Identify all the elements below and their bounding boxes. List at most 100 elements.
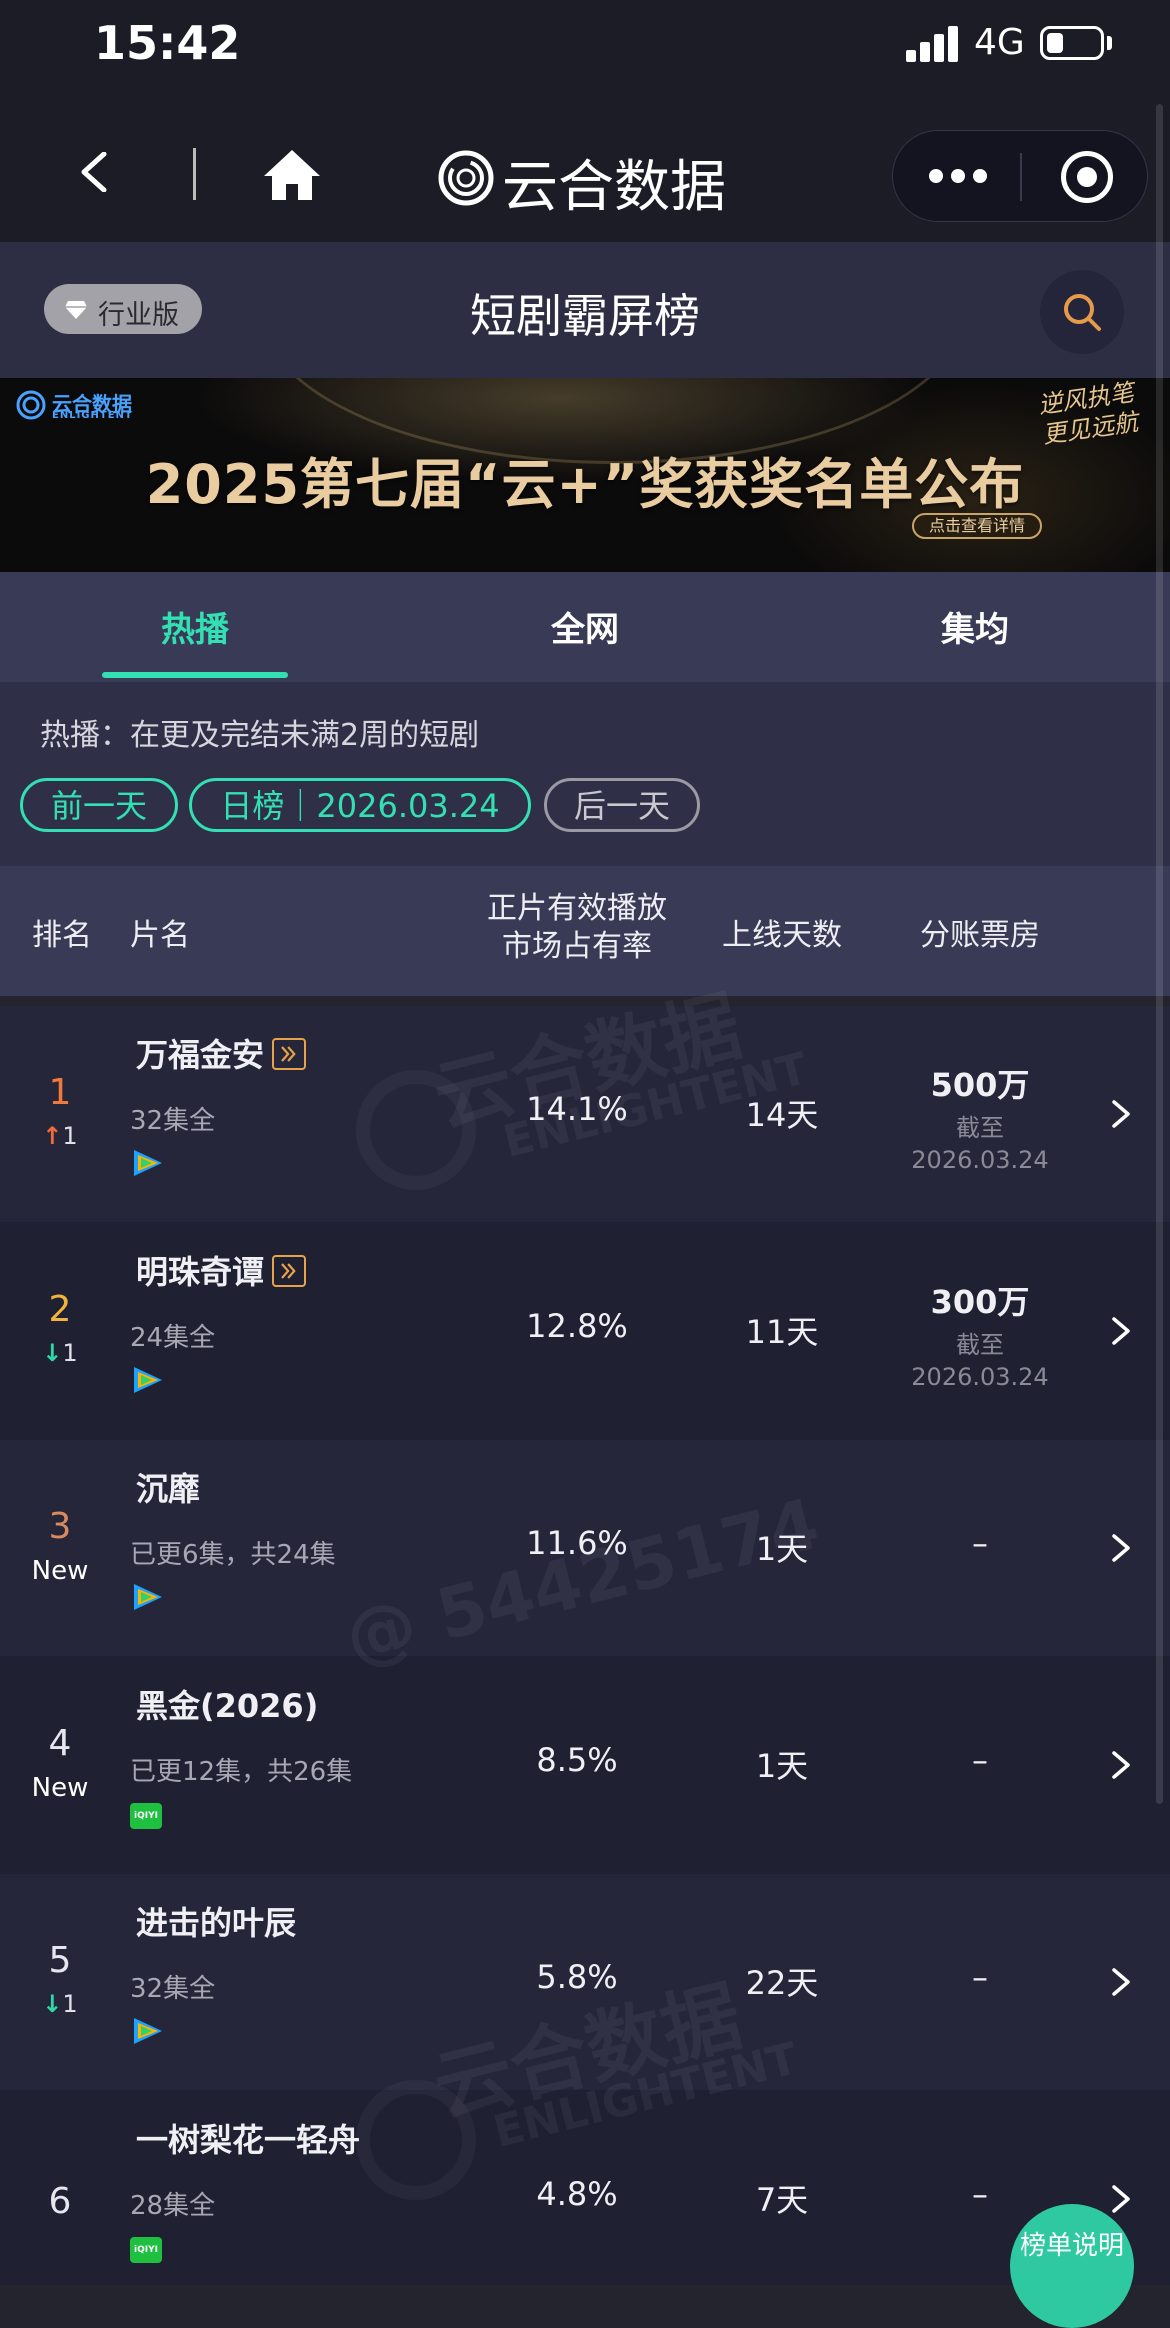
box-office-value: –: [972, 1741, 988, 1779]
more-icon[interactable]: [929, 161, 989, 191]
episode-info: 32集全: [130, 1974, 216, 2004]
column-title: 片名: [130, 918, 190, 953]
rank-change-value: 1: [62, 1339, 78, 1367]
box-office-value: –: [972, 1524, 988, 1562]
battery-tip: [1107, 36, 1112, 50]
table-row[interactable]: 1 ↑1 万福金安 32集全 14.1% 14天 500万 截至 2026.03.…: [0, 1006, 1170, 1223]
clock: 15:42: [94, 16, 241, 70]
drama-title[interactable]: 明珠奇谭: [136, 1247, 307, 1293]
drama-title[interactable]: 沉靡: [136, 1464, 200, 1510]
table-row[interactable]: 3 New 沉靡 已更6集，共24集 11.6% 1天 –: [0, 1440, 1170, 1657]
column-rank: 排名: [32, 918, 92, 953]
ranking-rules-button[interactable]: 榜单说明: [1010, 2204, 1134, 2328]
chevron-right-icon[interactable]: [1108, 1749, 1134, 1781]
column-market-share[interactable]: 正片有效播放 市场占有率: [460, 890, 694, 966]
tencent-video-icon: [134, 2018, 162, 2044]
watermark-logo-icon: [356, 1070, 476, 1190]
box-office-as-of: 截至 2026.03.24: [880, 1329, 1080, 1393]
tab-hot[interactable]: 热播: [45, 602, 345, 651]
days-online: 14天: [745, 1096, 819, 1134]
drama-title[interactable]: 进击的叶辰: [136, 1898, 296, 1944]
banner-logo-sub: ENLIGHTENT: [52, 410, 133, 421]
award-banner[interactable]: 云合数据 ENLIGHTENT 2025第七届“云+”奖获奖名单公布 逆风执笔 …: [0, 378, 1170, 572]
as-of-label: 截至: [956, 1331, 1004, 1359]
close-mini-program-icon[interactable]: [1061, 151, 1113, 203]
market-share: 14.1%: [526, 1090, 628, 1128]
back-icon[interactable]: [76, 152, 116, 192]
active-tab-indicator: [102, 672, 288, 678]
rank-change: New: [10, 1773, 110, 1803]
date-selector[interactable]: 日榜｜2026.03.24: [189, 778, 531, 832]
as-of-date: 2026.03.24: [911, 1363, 1049, 1391]
chevron-right-icon[interactable]: [1108, 1315, 1134, 1347]
new-badge: New: [31, 1556, 89, 1586]
table-row[interactable]: 6 一树梨花一轻舟 28集全 iQIYI 4.8% 7天 –: [0, 2091, 1170, 2285]
days-online: 11天: [745, 1313, 819, 1351]
column-days-online[interactable]: 上线天数: [710, 910, 854, 954]
column-box-office[interactable]: 分账票房: [890, 910, 1070, 954]
table-row[interactable]: 2 ↓1 明珠奇谭 24集全 12.8% 11天 300万 截至 2026.03.…: [0, 1223, 1170, 1440]
box-office-value: –: [972, 1958, 988, 1996]
nav-divider: [193, 148, 196, 200]
search-button[interactable]: [1040, 270, 1124, 354]
rank-number: 5: [48, 1940, 72, 1981]
app-title: 云合数据: [502, 155, 726, 220]
drama-title[interactable]: 黑金(2026): [136, 1681, 318, 1727]
arrow-down-icon: ↓: [42, 1339, 63, 1367]
app-logo-icon: [438, 150, 494, 206]
market-share: 5.8%: [536, 1958, 618, 1996]
nav-bar: 云合数据: [0, 100, 1170, 242]
rank-change: ↑1: [10, 1122, 110, 1150]
drama-title-text: 万福金安: [136, 1036, 265, 1074]
rank-number: 2: [48, 1289, 72, 1330]
tab-all-network[interactable]: 全网: [435, 602, 735, 651]
drama-title[interactable]: 万福金安: [136, 1030, 307, 1076]
as-of-date: 2026.03.24: [911, 1146, 1049, 1174]
scrollbar[interactable]: [1156, 104, 1163, 1804]
drama-title[interactable]: 一树梨花一轻舟: [136, 2115, 360, 2161]
network-type: 4G: [974, 22, 1025, 63]
drama-title-text: 一树梨花一轻舟: [136, 2121, 361, 2159]
rank-change-value: 1: [62, 1990, 78, 2018]
market-share: 8.5%: [536, 1741, 618, 1779]
search-icon: [1064, 294, 1101, 331]
home-icon[interactable]: [262, 148, 322, 202]
tab-episode-average[interactable]: 集均: [825, 602, 1125, 651]
arrow-down-icon: ↓: [42, 1990, 63, 2018]
market-share: 11.6%: [526, 1524, 628, 1562]
banner-headline: 2025第七届“云+”奖获奖名单公布: [145, 453, 1025, 516]
iqiyi-icon: iQIYI: [130, 1803, 162, 1829]
chevron-right-icon[interactable]: [1108, 1532, 1134, 1564]
status-bar: 15:42 4G: [0, 0, 1170, 100]
table-row[interactable]: 5 ↓1 进击的叶辰 32集全 5.8% 22天 –: [0, 1874, 1170, 2091]
arrow-up-icon: ↑: [42, 1122, 63, 1150]
episode-info: 24集全: [130, 1323, 216, 1353]
chevron-right-icon[interactable]: [1108, 1098, 1134, 1130]
banner-logo-icon: [16, 390, 46, 420]
drama-title-text: 沉靡: [136, 1470, 201, 1508]
rank-change: ↓1: [10, 1990, 110, 2018]
ranking-tabs: 热播 全网 集均: [0, 572, 1170, 682]
prev-day-button[interactable]: 前一天: [20, 778, 178, 832]
tencent-video-icon: [134, 1584, 162, 1610]
episode-info: 32集全: [130, 1106, 216, 1136]
market-share: 4.8%: [536, 2175, 618, 2213]
rank-number: 1: [48, 1072, 72, 1113]
chevron-right-icon[interactable]: [1108, 1966, 1134, 1998]
next-day-button[interactable]: 后一天: [544, 778, 700, 832]
rank-change: New: [10, 1556, 110, 1586]
as-of-label: 截至: [956, 1114, 1004, 1142]
banner-cta-button[interactable]: 点击查看详情: [912, 513, 1042, 539]
market-share: 12.8%: [526, 1307, 628, 1345]
rank-number: 3: [48, 1506, 72, 1547]
exclusive-icon: [272, 1255, 307, 1287]
iqiyi-icon: iQIYI: [130, 2237, 162, 2263]
days-online: 22天: [745, 1964, 819, 2002]
watermark-logo-icon: [356, 2080, 476, 2200]
chevron-right-icon[interactable]: [1108, 2183, 1134, 2215]
battery-icon: [1040, 26, 1104, 60]
tencent-video-icon: [134, 1150, 162, 1176]
table-row[interactable]: 4 New 黑金(2026) 已更12集，共26集 iQIYI 8.5% 1天 …: [0, 1657, 1170, 1874]
tencent-video-icon: [134, 1367, 162, 1393]
column-market-share-line2: 市场占有率: [502, 929, 652, 964]
